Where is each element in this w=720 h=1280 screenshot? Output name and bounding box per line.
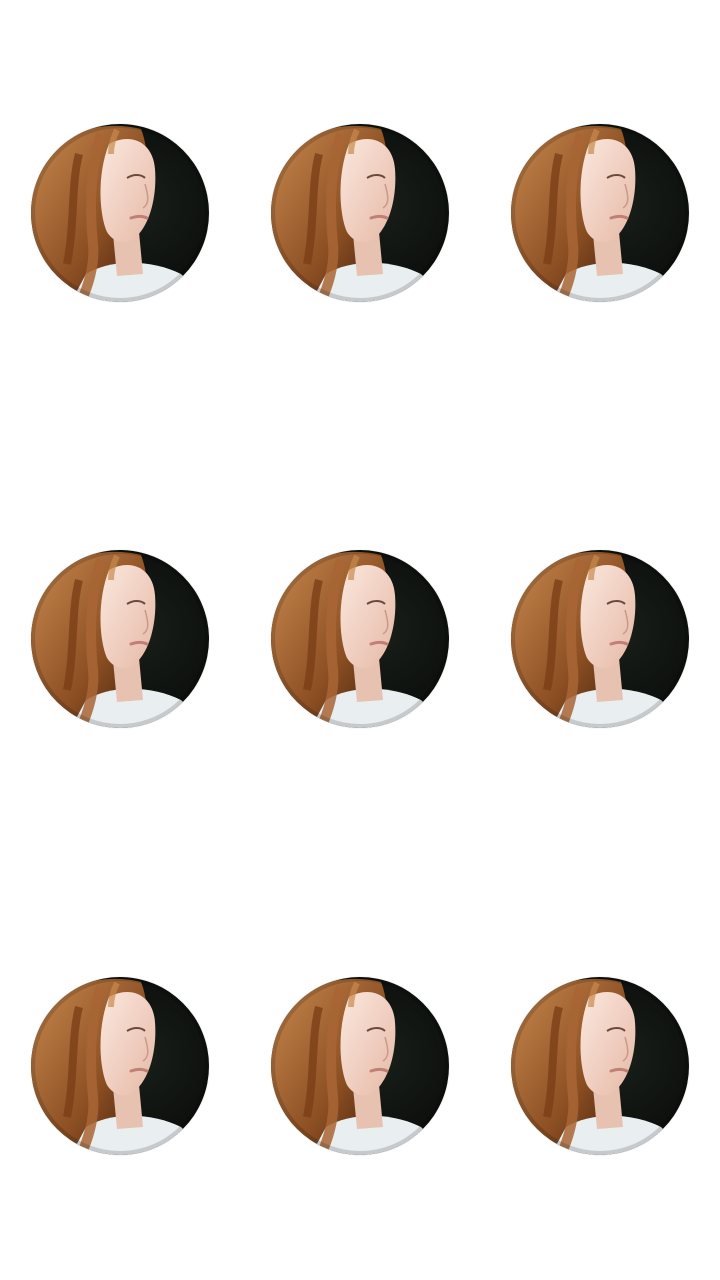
portrait-photo [271,550,449,728]
portrait-image [271,124,449,302]
portrait-photo [271,977,449,1155]
portrait-photo [31,124,209,302]
portrait-image [511,124,689,302]
photo-grid [0,0,720,1280]
portrait-photo [31,550,209,728]
portrait-photo [31,977,209,1155]
portrait-image [31,977,209,1155]
portrait-image [271,550,449,728]
portrait-image [511,550,689,728]
portrait-photo [511,550,689,728]
portrait-image [511,977,689,1155]
portrait-photo [271,124,449,302]
portrait-photo [511,124,689,302]
portrait-photo [511,977,689,1155]
portrait-image [31,124,209,302]
portrait-image [271,977,449,1155]
portrait-image [31,550,209,728]
